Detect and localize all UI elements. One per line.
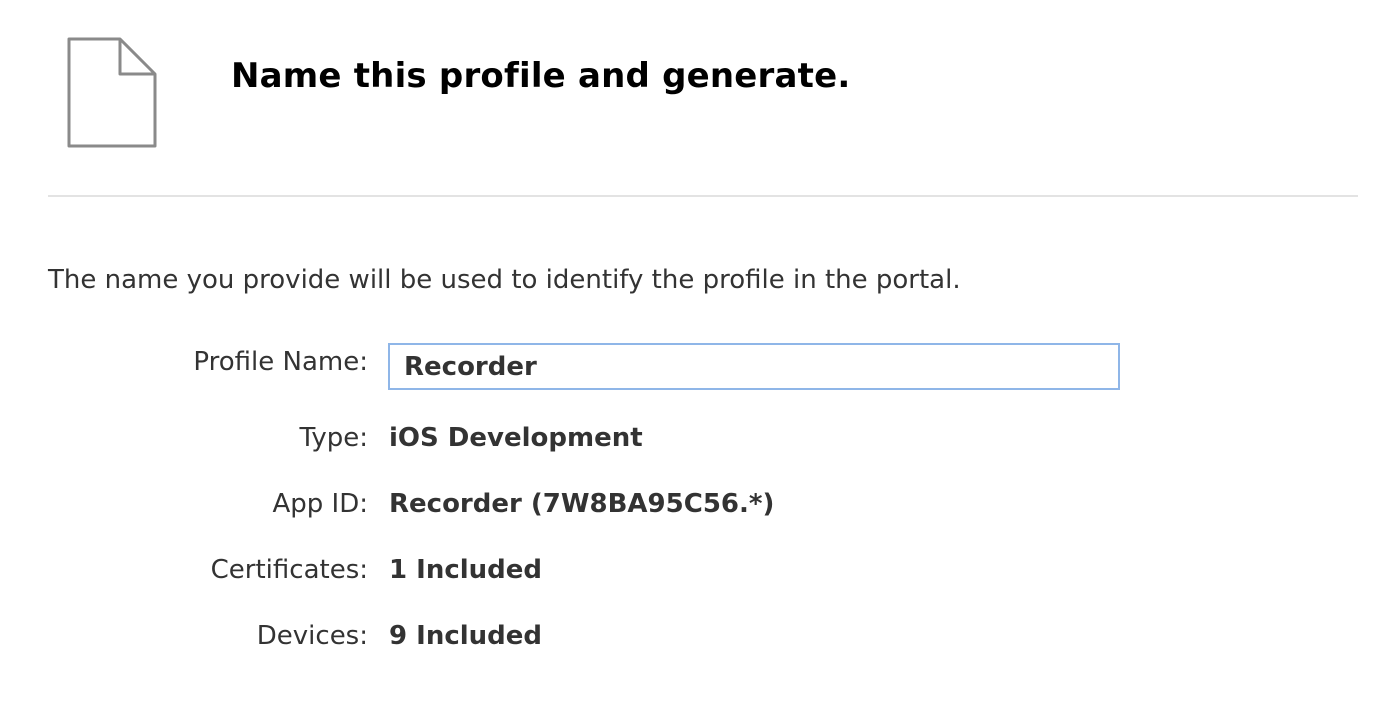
- generate-profile-page: Name this profile and generate. The name…: [0, 0, 1390, 708]
- type-label: Type:: [299, 423, 368, 453]
- profile-name-label: Profile Name:: [193, 347, 368, 377]
- document-icon: [67, 37, 157, 148]
- header-divider: [48, 195, 1358, 197]
- page-title: Name this profile and generate.: [231, 56, 851, 96]
- app-id-label: App ID:: [272, 489, 368, 519]
- certificates-value: 1 Included: [389, 555, 543, 585]
- type-value: iOS Development: [389, 423, 643, 453]
- certificates-row: Certificates: 1 Included: [0, 555, 1390, 595]
- certificates-label: Certificates:: [210, 555, 368, 585]
- devices-label: Devices:: [256, 621, 368, 651]
- devices-value: 9 Included: [389, 621, 543, 651]
- devices-row: Devices: 9 Included: [0, 621, 1390, 661]
- intro-text: The name you provide will be used to ide…: [48, 265, 961, 295]
- type-row: Type: iOS Development: [0, 423, 1390, 463]
- app-id-row: App ID: Recorder (7W8BA95C56.*): [0, 489, 1390, 529]
- app-id-value: Recorder (7W8BA95C56.*): [389, 489, 775, 519]
- profile-name-input[interactable]: [388, 343, 1120, 390]
